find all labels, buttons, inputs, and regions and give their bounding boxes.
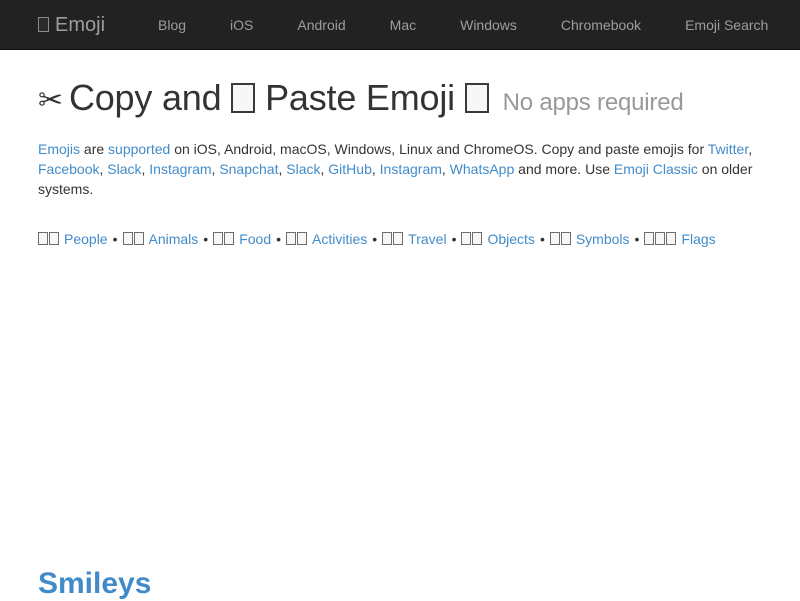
page-title: ✂ Copy and Paste Emoji No apps required: [38, 78, 762, 123]
category-separator: •: [634, 231, 640, 247]
tofu-box-icon: [49, 232, 59, 245]
tofu-box-icon: [122, 232, 133, 245]
main-content: ✂ Copy and Paste Emoji No apps required E…: [0, 78, 800, 601]
category-label: Objects: [487, 231, 535, 247]
category-separator: •: [539, 231, 545, 247]
brand-label: Emoji: [55, 13, 106, 36]
emoji-grid-placeholder: [38, 249, 762, 567]
nav-item-ios[interactable]: iOS: [208, 18, 275, 32]
link-instagram-2[interactable]: Instagram: [380, 161, 442, 177]
nav-item-android[interactable]: Android: [275, 18, 367, 32]
tofu-box-icon: [666, 232, 677, 245]
link-emojis[interactable]: Emojis: [38, 141, 80, 157]
intro-text-11: and more. Use: [514, 161, 614, 177]
nav-item-mac[interactable]: Mac: [368, 18, 438, 32]
link-instagram-1[interactable]: Instagram: [149, 161, 211, 177]
tofu-box-icon: [213, 232, 224, 245]
nav-item-chromebook[interactable]: Chromebook: [539, 18, 663, 32]
intro-text-1: are: [80, 141, 109, 157]
category-links-row: People • Animals • Food • Activities • Travel • Ob…: [38, 229, 762, 249]
tofu-box-icon: [38, 16, 49, 32]
tofu-box-icon: [231, 83, 256, 113]
tofu-box-icon: [393, 232, 404, 245]
scissors-icon: ✂: [38, 83, 63, 118]
category-link-objects[interactable]: Objects: [461, 231, 535, 247]
tofu-box-icon: [297, 232, 308, 245]
category-link-symbols[interactable]: Symbols: [549, 231, 630, 247]
tofu-box-icon: [133, 232, 144, 245]
category-label: Activities: [312, 231, 368, 247]
category-separator: •: [451, 231, 457, 247]
page-title-text-before: Copy and: [68, 77, 222, 118]
link-supported[interactable]: supported: [108, 141, 170, 157]
category-link-travel[interactable]: Travel: [382, 231, 447, 247]
nav-item-emoji-search[interactable]: Emoji Search: [663, 18, 790, 32]
category-link-flags[interactable]: Flags: [644, 231, 716, 247]
tofu-box-icon: [286, 232, 297, 245]
intro-text-2: on iOS, Android, macOS, Windows, Linux a…: [170, 141, 708, 157]
category-label: Flags: [681, 231, 716, 247]
intro-text-9: ,: [371, 161, 380, 177]
tofu-box-icon: [224, 232, 235, 245]
category-link-animals[interactable]: Animals: [122, 231, 199, 247]
tofu-box-icon: [655, 232, 666, 245]
tofu-box-icon: [549, 232, 560, 245]
category-link-activities[interactable]: Activities: [286, 231, 367, 247]
section-heading-smileys: Smileys: [38, 567, 152, 600]
category-separator: •: [203, 231, 209, 247]
tofu-box-icon: [461, 232, 472, 245]
category-separator: •: [276, 231, 282, 247]
link-slack-2[interactable]: Slack: [286, 161, 320, 177]
category-link-food[interactable]: Food: [213, 231, 271, 247]
tofu-box-icon: [38, 232, 48, 245]
category-label: Food: [239, 231, 272, 247]
link-emoji-classic[interactable]: Emoji Classic: [614, 161, 698, 177]
link-whatsapp[interactable]: WhatsApp: [450, 161, 515, 177]
brand-logo-link[interactable]: Emoji: [38, 15, 105, 35]
category-label: Animals: [148, 231, 199, 247]
category-separator: •: [372, 231, 378, 247]
link-twitter[interactable]: Twitter: [708, 141, 748, 157]
tofu-box-icon: [472, 232, 483, 245]
category-link-people[interactable]: People: [38, 231, 108, 247]
link-snapchat[interactable]: Snapchat: [219, 161, 278, 177]
tofu-box-icon: [382, 232, 393, 245]
link-github[interactable]: GitHub: [328, 161, 372, 177]
nav-links-list: Blog iOS Android Mac Windows Chromebook …: [136, 18, 790, 32]
page-subtitle: No apps required: [502, 89, 684, 116]
category-label: People: [64, 231, 108, 247]
category-separator: •: [112, 231, 118, 247]
tofu-box-icon: [644, 232, 655, 245]
intro-text-3: ,: [748, 141, 753, 157]
nav-item-windows[interactable]: Windows: [438, 18, 539, 32]
tofu-box-icon: [560, 232, 571, 245]
intro-paragraph: Emojis are supported on iOS, Android, ma…: [38, 139, 762, 199]
category-label: Travel: [408, 231, 447, 247]
link-facebook[interactable]: Facebook: [38, 161, 99, 177]
intro-text-10: ,: [441, 161, 450, 177]
link-slack-1[interactable]: Slack: [107, 161, 141, 177]
top-navbar: Emoji Blog iOS Android Mac Windows Chrom…: [0, 0, 800, 50]
page-title-text-after: Paste Emoji: [265, 77, 455, 118]
tofu-box-icon: [464, 83, 489, 113]
nav-item-blog[interactable]: Blog: [136, 18, 208, 32]
category-label: Symbols: [575, 231, 630, 247]
